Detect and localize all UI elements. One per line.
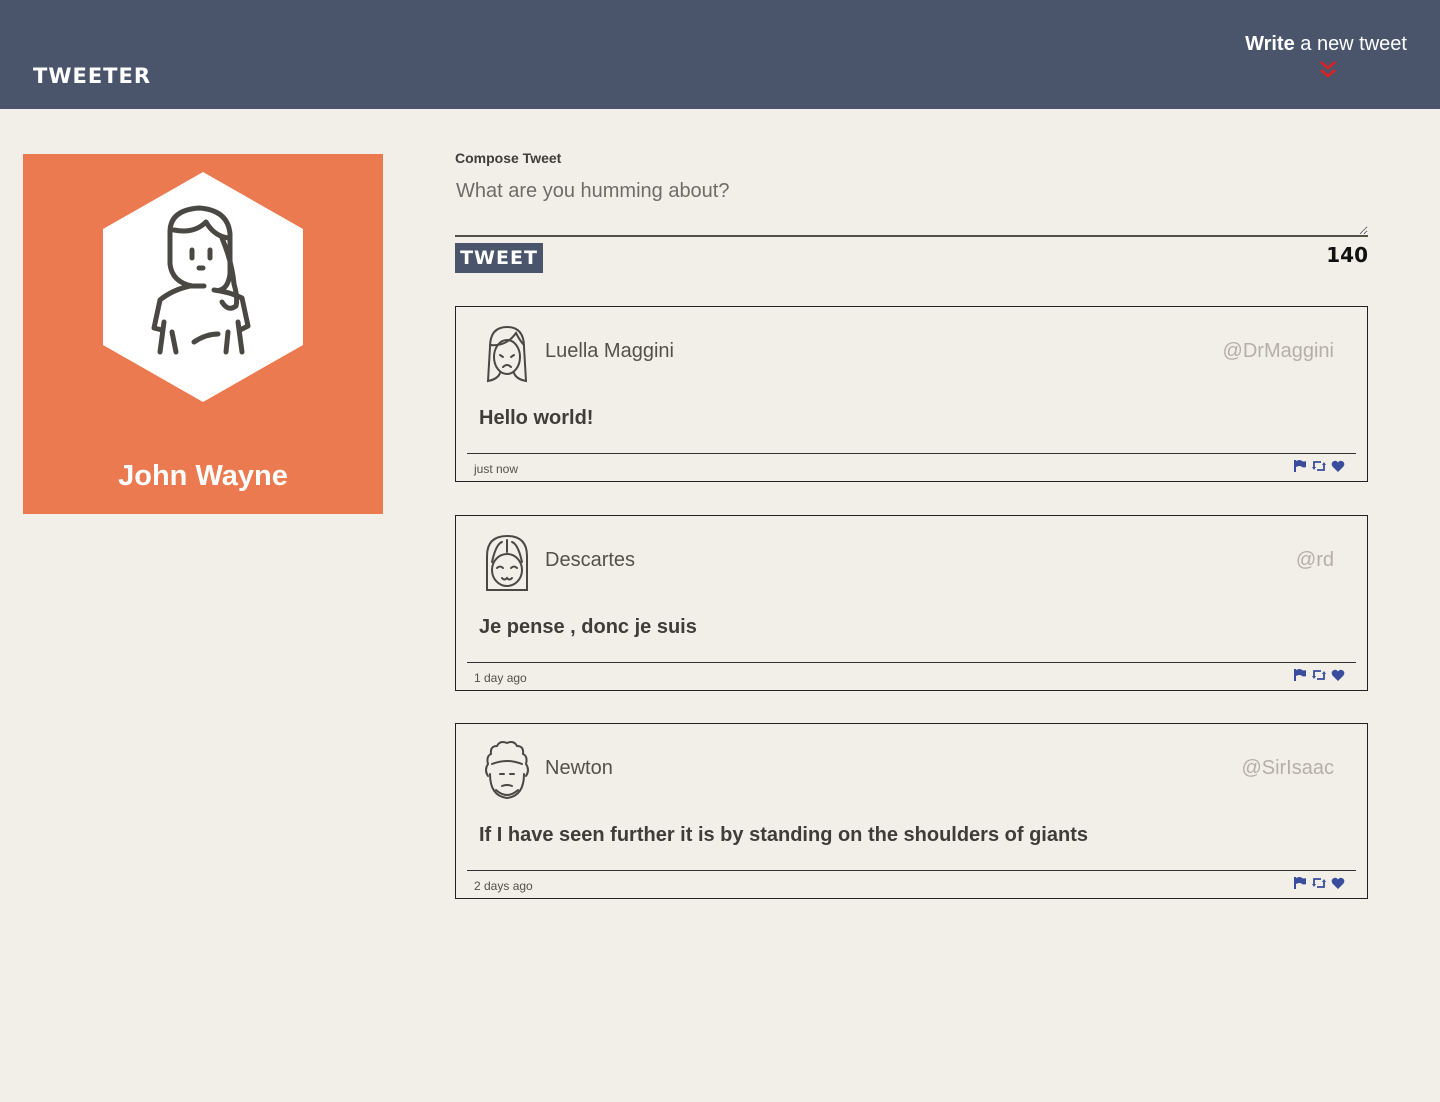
- heart-icon[interactable]: [1331, 668, 1345, 682]
- tweet-text: If I have seen further it is by standing…: [479, 824, 1088, 846]
- flag-icon[interactable]: [1293, 668, 1307, 682]
- tweet-actions: [1293, 668, 1345, 682]
- tweet-actions: [1293, 876, 1345, 890]
- heart-icon[interactable]: [1331, 459, 1345, 473]
- tweet-author-name[interactable]: Descartes: [545, 549, 635, 572]
- tweet-author-handle[interactable]: @DrMaggini: [1223, 340, 1334, 363]
- tweet-divider: [467, 453, 1356, 454]
- tweet-author-handle[interactable]: @rd: [1296, 549, 1334, 572]
- double-chevron-down-icon[interactable]: [1318, 60, 1338, 80]
- brand-logo[interactable]: TWEETER: [33, 64, 151, 88]
- tweet-divider: [467, 662, 1356, 663]
- top-nav: TWEETER Write a new tweet: [0, 0, 1440, 109]
- character-counter: 140: [1326, 243, 1368, 267]
- tweet-text: Je pense , donc je suis: [479, 616, 697, 638]
- tweet-author-name[interactable]: Luella Maggini: [545, 340, 674, 363]
- write-label-rest: a new tweet: [1294, 33, 1407, 55]
- flag-icon[interactable]: [1293, 876, 1307, 890]
- tweet-text: Hello world!: [479, 407, 594, 429]
- tweet-timestamp: just now: [474, 462, 519, 476]
- tweet-card: Luella Maggini @DrMaggini Hello world! j…: [455, 306, 1368, 482]
- tweet-actions: [1293, 459, 1345, 473]
- tweet-button[interactable]: TWEET: [455, 243, 543, 273]
- retweet-icon[interactable]: [1312, 876, 1326, 890]
- compose-tweet-input[interactable]: [455, 180, 1368, 237]
- tweet-author-handle[interactable]: @SirIsaac: [1241, 757, 1334, 780]
- user-avatar-icon: [103, 172, 303, 402]
- tweet-timestamp: 2 days ago: [474, 879, 533, 893]
- tweet-timestamp: 1 day ago: [474, 671, 527, 685]
- profile-name: John Wayne: [118, 460, 288, 492]
- compose-label: Compose Tweet: [455, 150, 562, 166]
- retweet-icon[interactable]: [1312, 668, 1326, 682]
- tweet-card: Newton @SirIsaac If I have seen further …: [455, 723, 1368, 899]
- tweet-author-name[interactable]: Newton: [545, 757, 613, 780]
- avatar-icon: [486, 325, 528, 383]
- profile-card: John Wayne: [23, 154, 383, 514]
- heart-icon[interactable]: [1331, 876, 1345, 890]
- write-label-strong: Write: [1245, 33, 1295, 55]
- tweet-divider: [467, 870, 1356, 871]
- avatar-icon: [485, 741, 529, 800]
- flag-icon[interactable]: [1293, 459, 1307, 473]
- tweet-card: Descartes @rd Je pense , donc je suis 1 …: [455, 515, 1368, 691]
- avatar-icon: [486, 534, 528, 591]
- retweet-icon[interactable]: [1312, 459, 1326, 473]
- write-new-tweet-toggle[interactable]: Write a new tweet: [1245, 33, 1407, 56]
